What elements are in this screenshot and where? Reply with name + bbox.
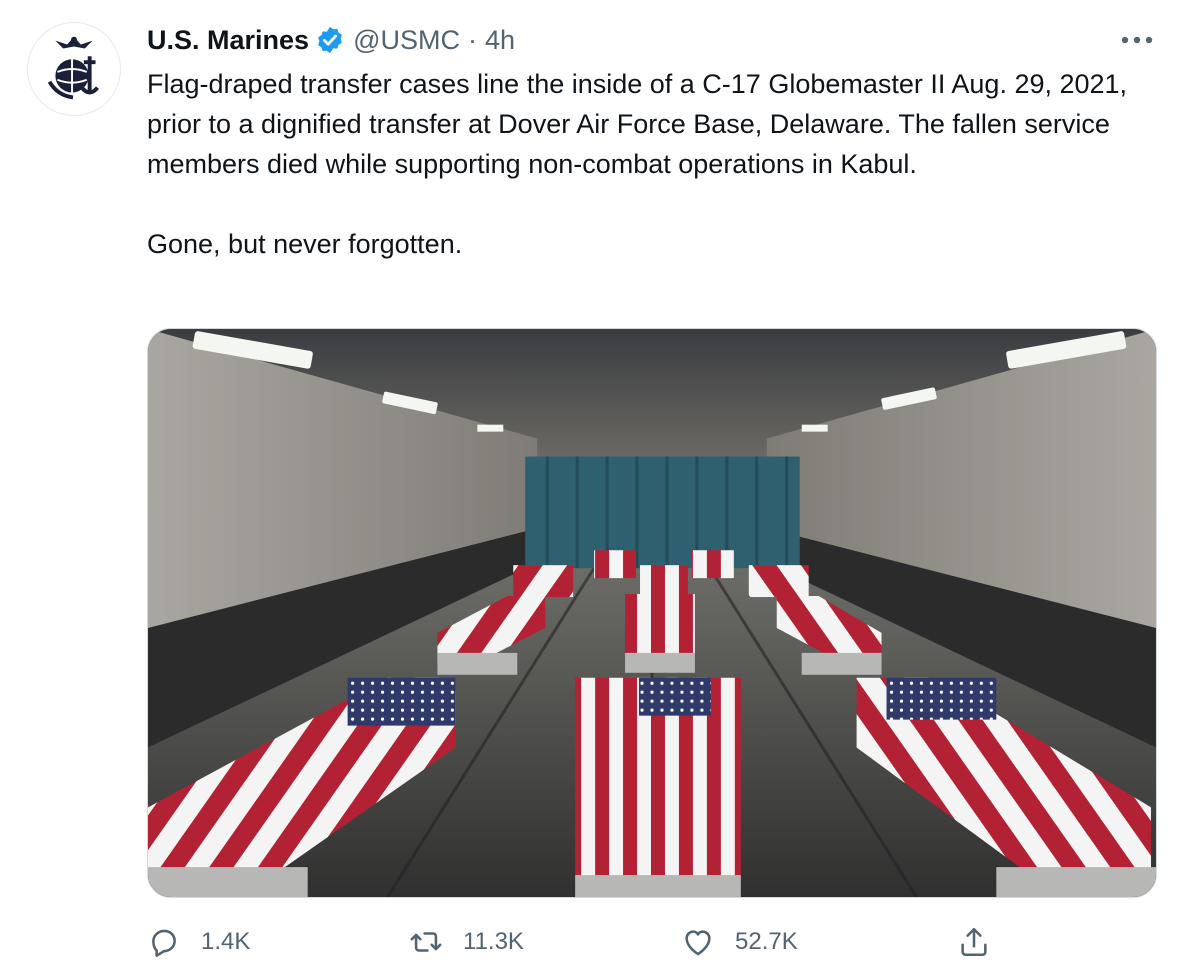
heart-icon: [685, 930, 711, 956]
avatar[interactable]: [27, 22, 121, 116]
like-count: 52.7K: [735, 928, 798, 955]
tweet-header: U.S. Marines @USMC · 4h: [147, 22, 1142, 58]
cargo-hold-photo: [148, 329, 1156, 897]
share-icon: [961, 927, 987, 957]
marine-corps-emblem-icon: [28, 23, 120, 115]
tweet-timestamp[interactable]: 4h: [485, 25, 515, 56]
tweet-media-photo[interactable]: [147, 328, 1157, 898]
author-handle[interactable]: @USMC: [353, 25, 460, 56]
reply-count: 1.4K: [201, 928, 251, 955]
reply-button[interactable]: 1.4K: [147, 918, 250, 966]
tweet-action-bar: 1.4K 11.3K 52.7K: [147, 918, 1157, 966]
retweet-count: 11.3K: [463, 928, 524, 955]
reply-icon: [152, 929, 176, 957]
more-options-icon: [1121, 36, 1153, 44]
tweet-text: Flag-draped transfer cases line the insi…: [147, 69, 1128, 259]
retweet-icon: [410, 932, 442, 952]
verified-badge-icon: [315, 25, 345, 55]
author-name[interactable]: U.S. Marines: [147, 25, 309, 56]
more-options-button[interactable]: [1120, 28, 1154, 52]
share-button[interactable]: [957, 918, 991, 966]
retweet-button[interactable]: 11.3K: [409, 918, 524, 966]
like-button[interactable]: 52.7K: [681, 918, 798, 966]
header-separator: ·: [467, 24, 477, 55]
